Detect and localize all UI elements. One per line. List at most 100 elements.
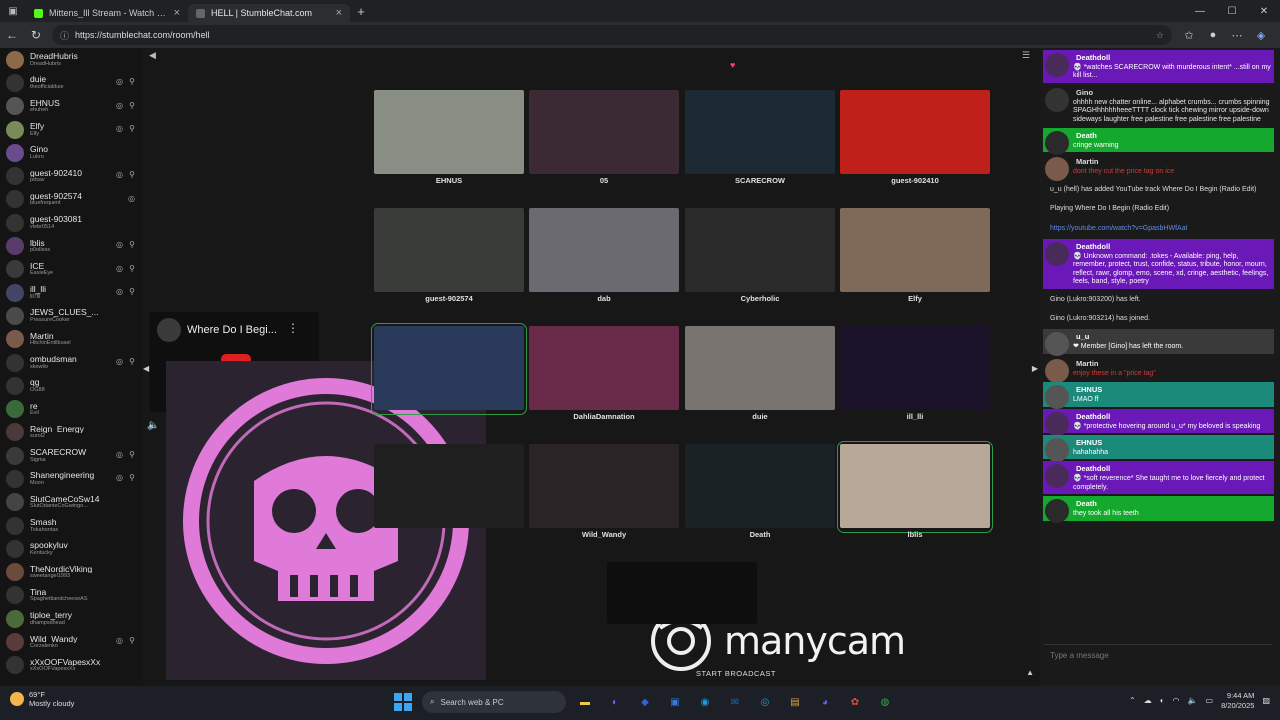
camera-tile[interactable]	[374, 444, 524, 530]
window-menu-icon[interactable]: ▣	[0, 0, 26, 22]
taskbar-app-icon[interactable]: ▬	[574, 691, 596, 713]
maximize-button[interactable]: ☐	[1216, 0, 1248, 22]
user-list-item[interactable]: Smash Tokahontas	[0, 514, 143, 537]
camera-tile[interactable]: dab	[529, 208, 679, 303]
taskbar-app-icon[interactable]: ◐	[604, 691, 626, 713]
camera-tile[interactable]: guest-902574	[374, 208, 524, 303]
taskbar-search[interactable]: ⌕ Search web & PC	[422, 691, 566, 713]
close-window-button[interactable]: ✕	[1248, 0, 1280, 22]
chat-username[interactable]: EHNUS	[1073, 384, 1105, 395]
new-tab-button[interactable]: +	[350, 4, 372, 19]
camera-tile[interactable]: 05	[529, 90, 679, 185]
cam-mic-icon[interactable]: ◎	[128, 194, 137, 203]
favorites-icon[interactable]: ✩	[1178, 24, 1200, 46]
headset-icon[interactable]: ◐	[1160, 696, 1165, 705]
avatar[interactable]	[1045, 332, 1069, 357]
chat-username[interactable]: Death	[1073, 130, 1100, 141]
chat-expand-arrow-icon[interactable]: ▶	[1032, 364, 1038, 373]
taskbar-app-icon[interactable]: ◎	[754, 691, 776, 713]
user-list-item[interactable]: SlutCameCoSw14 SlutOdanteCoGwingo...	[0, 491, 143, 514]
user-list-item[interactable]: ICE EasieEye ◎ ⚲	[0, 258, 143, 281]
more-options-icon[interactable]: ⋯	[1226, 24, 1248, 46]
avatar[interactable]	[1045, 411, 1069, 436]
avatar[interactable]	[1045, 464, 1069, 489]
expand-arrow-icon[interactable]: ◀	[143, 364, 149, 373]
user-list-item[interactable]: Reign_Energy surol2	[0, 421, 143, 444]
taskbar-app-icon[interactable]: ◍	[874, 691, 896, 713]
avatar[interactable]	[1045, 157, 1069, 182]
cam-mic-icon[interactable]: ◎ ⚲	[116, 124, 137, 133]
avatar[interactable]	[1045, 358, 1069, 383]
avatar[interactable]	[1045, 499, 1069, 524]
user-list-item[interactable]: Gino Lukro	[0, 141, 143, 164]
user-list-item[interactable]: lblis p0olless ◎ ⚲	[0, 234, 143, 257]
camera-tile[interactable]: Wild_Wandy	[529, 444, 679, 539]
camera-tile[interactable]: lblis	[837, 441, 993, 539]
start-button[interactable]	[392, 691, 414, 713]
cam-mic-icon[interactable]: ◎ ⚲	[116, 636, 137, 645]
chat-username[interactable]: Martin	[1073, 358, 1102, 369]
chat-username[interactable]: Deathdoll	[1073, 411, 1113, 422]
chat-username[interactable]: Gino	[1073, 87, 1096, 98]
taskbar-app-icon[interactable]: ✉	[724, 691, 746, 713]
avatar[interactable]	[1045, 385, 1069, 410]
user-list-item[interactable]: spookyluv Kentucky	[0, 537, 143, 560]
user-list-item[interactable]: Martin HitchinEntilbusel	[0, 328, 143, 351]
camera-tile[interactable]: Cyberholic	[685, 208, 835, 303]
avatar[interactable]	[1045, 438, 1069, 463]
cam-mic-icon[interactable]: ◎ ⚲	[116, 287, 137, 296]
taskbar-app-icon[interactable]: ◆	[634, 691, 656, 713]
url-field[interactable]: ⓘ https://stumblechat.com/room/hell ☆	[52, 25, 1172, 45]
camera-tile[interactable]: guest-902410	[840, 90, 990, 185]
user-list-item[interactable]: Shanengineering Moon ◎ ⚲	[0, 467, 143, 490]
user-list-item[interactable]: guest-902410 pdsav ◎ ⚲	[0, 164, 143, 187]
chat-username[interactable]: EHNUS	[1073, 437, 1105, 448]
user-list-item[interactable]: re Evil	[0, 397, 143, 420]
weather-widget[interactable]: 69°F Mostly cloudy	[10, 690, 74, 709]
cam-mic-icon[interactable]: ◎ ⚲	[116, 77, 137, 86]
notifications-icon[interactable]: ▨	[1262, 696, 1270, 705]
volume-tray-icon[interactable]: 🔈	[1188, 696, 1198, 705]
chat-username[interactable]: Deathdoll	[1073, 241, 1113, 252]
tray-overflow-icon[interactable]: ⌃	[1129, 696, 1136, 705]
copilot-icon[interactable]: ◈	[1250, 24, 1272, 46]
cloud-icon[interactable]: ☁	[1144, 696, 1152, 705]
profile-avatar-icon[interactable]: ●	[1202, 24, 1224, 46]
settings-icon[interactable]: ☰	[1022, 50, 1030, 61]
user-list-item[interactable]: ombudsman skewlio ◎ ⚲	[0, 351, 143, 374]
volume-icon[interactable]: 🔈	[147, 420, 159, 431]
tab-kick-stream[interactable]: Mittens_Ill Stream - Watch Live on Kick …	[26, 4, 188, 22]
user-list-item[interactable]: Wild_Wandy Corzalenko ◎ ⚲	[0, 630, 143, 653]
youtube-link[interactable]: https://youtube.com/watch?v=GpasbHWfAaI	[1050, 225, 1188, 232]
taskbar-app-icon[interactable]: ▤	[784, 691, 806, 713]
taskbar-app-icon[interactable]: ◕	[814, 691, 836, 713]
refresh-icon[interactable]: ↻	[24, 23, 48, 47]
user-list-item[interactable]: guest-903081 vlebr0514	[0, 211, 143, 234]
chat-username[interactable]: Deathdoll	[1073, 52, 1113, 63]
network-icon[interactable]: ◠	[1173, 696, 1180, 705]
tab-stumblechat[interactable]: HELL | StumbleChat.com ×	[188, 4, 350, 22]
start-broadcast-button[interactable]: START BROADCAST	[696, 669, 776, 678]
cam-mic-icon[interactable]: ◎ ⚲	[116, 357, 137, 366]
scroll-up-icon[interactable]: ▲	[1026, 668, 1034, 677]
cam-mic-icon[interactable]: ◎ ⚲	[116, 450, 137, 459]
user-list-item[interactable]: tiploe_terry dhampsdhead	[0, 607, 143, 630]
user-list-item[interactable]: TheNordicViking sweetangel1993	[0, 561, 143, 584]
user-list-item[interactable]: duie theofficialduie ◎ ⚲	[0, 71, 143, 94]
tab-close-icon[interactable]: ×	[336, 7, 342, 19]
user-list-item[interactable]: guest-902574 bluefrequent ◎	[0, 188, 143, 211]
collapse-userlist-icon[interactable]: ◀	[149, 50, 156, 61]
clock[interactable]: 9:44 AM 8/20/2025	[1221, 691, 1254, 711]
cam-mic-icon[interactable]: ◎ ⚲	[116, 101, 137, 110]
chat-username[interactable]: Martin	[1073, 156, 1102, 167]
avatar[interactable]	[1045, 53, 1069, 77]
camera-tile[interactable]: duie	[685, 326, 835, 421]
cam-mic-icon[interactable]: ◎ ⚲	[116, 473, 137, 482]
user-list-item[interactable]: ill_lli lll7lll ◎ ⚲	[0, 281, 143, 304]
user-list-item[interactable]: qg OG88	[0, 374, 143, 397]
taskbar-app-icon[interactable]: ✿	[844, 691, 866, 713]
battery-icon[interactable]: ▭	[1206, 696, 1214, 705]
avatar[interactable]	[1045, 130, 1069, 155]
chat-username[interactable]: Death	[1073, 498, 1100, 509]
camera-tile[interactable]: Elfy	[840, 208, 990, 303]
